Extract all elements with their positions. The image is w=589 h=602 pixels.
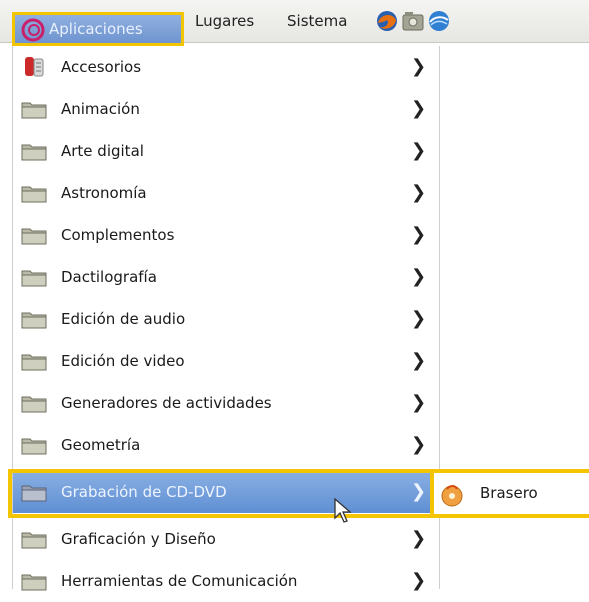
firefox-icon[interactable] bbox=[376, 10, 398, 32]
submenu-arrow-icon: ❯ bbox=[411, 308, 427, 329]
menu-item-label: Astronomía bbox=[61, 184, 147, 202]
menu-item-label: Edición de video bbox=[61, 352, 185, 370]
menu-item-edicion-de-audio[interactable]: Edición de audio ❯ bbox=[13, 298, 439, 340]
menu-item-label: Arte digital bbox=[61, 142, 144, 160]
places-menu[interactable]: Lugares bbox=[195, 0, 254, 42]
menu-item-label: Geometría bbox=[61, 436, 141, 454]
menu-item-generadores-de-actividades[interactable]: Generadores de actividades ❯ bbox=[13, 382, 439, 424]
submenu-background bbox=[438, 46, 589, 469]
submenu-item-label: Brasero bbox=[480, 484, 538, 502]
menu-item-edicion-de-video[interactable]: Edición de video ❯ bbox=[13, 340, 439, 382]
submenu-arrow-icon: ❯ bbox=[411, 350, 427, 371]
folder-icon bbox=[21, 532, 47, 549]
submenu-arrow-icon: ❯ bbox=[411, 56, 427, 77]
submenu-arrow-icon: ❯ bbox=[411, 140, 427, 161]
submenu-arrow-icon: ❯ bbox=[411, 182, 427, 203]
submenu-arrow-icon: ❯ bbox=[411, 266, 427, 287]
accessories-icon bbox=[25, 57, 44, 77]
folder-icon bbox=[21, 354, 47, 371]
menu-item-herramientas-de-comunicacion[interactable]: Herramientas de Comunicación ❯ bbox=[13, 560, 439, 602]
menu-item-arte-digital[interactable]: Arte digital ❯ bbox=[13, 130, 439, 172]
brasero-icon bbox=[441, 485, 463, 507]
applications-label: Aplicaciones bbox=[49, 20, 143, 38]
screenshot-icon[interactable] bbox=[402, 10, 424, 32]
folder-icon bbox=[21, 144, 47, 161]
menu-item-complementos[interactable]: Complementos ❯ bbox=[13, 214, 439, 256]
menu-item-label: Dactilografía bbox=[61, 268, 157, 286]
folder-icon bbox=[21, 186, 47, 203]
network-icon[interactable] bbox=[428, 10, 450, 32]
menu-item-animacion[interactable]: Animación ❯ bbox=[13, 88, 439, 130]
submenu-grabacion: Brasero bbox=[434, 469, 589, 518]
folder-icon bbox=[21, 312, 47, 329]
mouse-pointer-icon bbox=[334, 498, 352, 523]
submenu-arrow-icon: ❯ bbox=[411, 392, 427, 413]
submenu-item-brasero[interactable]: Brasero bbox=[434, 473, 589, 514]
folder-icon bbox=[21, 102, 47, 119]
menu-item-label: Complementos bbox=[61, 226, 175, 244]
folder-icon bbox=[21, 270, 47, 287]
menu-item-astronomia[interactable]: Astronomía ❯ bbox=[13, 172, 439, 214]
menu-item-label: Accesorios bbox=[61, 58, 142, 76]
submenu-arrow-icon: ❯ bbox=[411, 570, 427, 591]
debian-logo-icon bbox=[21, 18, 45, 42]
menu-item-label: Edición de audio bbox=[61, 310, 186, 328]
submenu-arrow-icon: ❯ bbox=[411, 224, 427, 245]
submenu-arrow-icon: ❯ bbox=[411, 528, 427, 549]
folder-icon bbox=[21, 228, 47, 245]
menu-item-accesorios[interactable]: Accesorios ❯ bbox=[13, 46, 439, 88]
applications-menu-button[interactable]: Aplicaciones bbox=[12, 12, 184, 46]
menu-item-label: Generadores de actividades bbox=[61, 394, 272, 412]
top-panel: Aplicaciones Lugares Sistema bbox=[0, 0, 589, 46]
submenu-arrow-icon: ❯ bbox=[411, 98, 427, 119]
menu-item-dactilografia[interactable]: Dactilografía ❯ bbox=[13, 256, 439, 298]
menu-item-label: Herramientas de Comunicación bbox=[61, 572, 298, 590]
folder-icon bbox=[21, 396, 47, 413]
system-menu[interactable]: Sistema bbox=[287, 0, 347, 42]
menu-item-graficacion-y-diseno[interactable]: Graficación y Diseño ❯ bbox=[13, 518, 439, 560]
menu-item-label: Animación bbox=[61, 100, 140, 118]
submenu-arrow-icon: ❯ bbox=[411, 434, 427, 455]
menu-item-geometria[interactable]: Geometría ❯ bbox=[13, 424, 439, 466]
menu-item-label: Graficación y Diseño bbox=[61, 530, 216, 548]
folder-icon bbox=[21, 438, 47, 455]
highlight-outline-active-row bbox=[8, 469, 434, 518]
